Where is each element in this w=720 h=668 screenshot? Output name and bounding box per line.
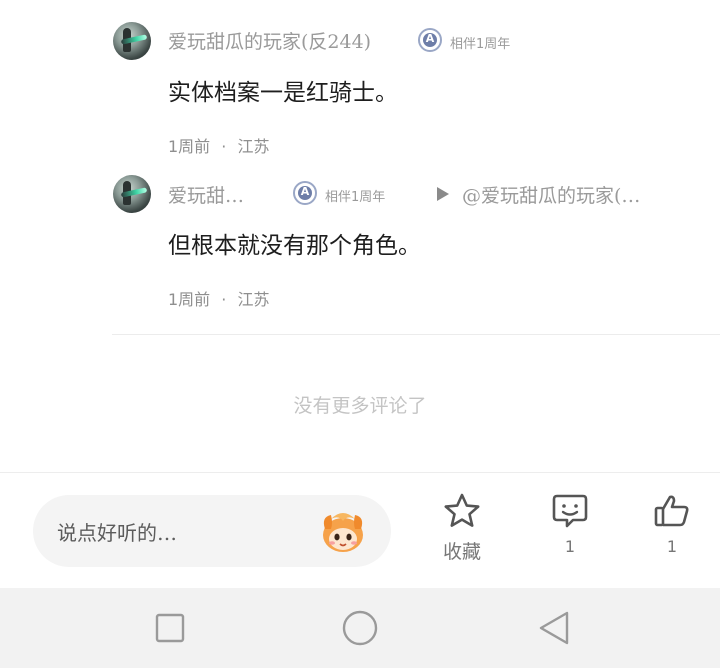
comment-item: 爱玩甜… 相伴1周年 @爱玩甜瓜的玩家(… 但根本就没有那个角色。 1周前 · … <box>0 0 720 320</box>
comment-location: 江苏 <box>237 290 270 309</box>
square-icon[interactable] <box>150 608 190 648</box>
reply-count-button[interactable]: 1 <box>530 493 610 556</box>
favorite-label: 收藏 <box>442 541 481 563</box>
comment-meta: 1周前 · 江苏 <box>168 286 269 310</box>
no-more-comments-text: 没有更多评论了 <box>293 395 427 417</box>
reply-count: 1 <box>564 537 576 556</box>
like-count: 1 <box>666 537 678 556</box>
triangle-back-icon[interactable] <box>535 608 575 648</box>
reply-target-username[interactable]: @爱玩甜瓜的玩家(… <box>462 181 640 208</box>
comment-action-bar: 说点好听的… 收藏 1 1 <box>0 472 720 588</box>
circle-icon[interactable] <box>340 608 380 648</box>
star-icon <box>444 493 480 527</box>
mascot-emoji-icon[interactable] <box>317 505 369 557</box>
meta-separator: · <box>221 290 227 309</box>
divider <box>112 334 720 335</box>
comment-time: 1周前 <box>168 290 211 309</box>
system-navigation-bar <box>0 588 720 668</box>
comment-username[interactable]: 爱玩甜… <box>168 181 244 208</box>
favorite-button[interactable]: 收藏 <box>422 493 502 564</box>
comment-text: 但根本就没有那个角色。 <box>168 233 421 259</box>
comment-input-placeholder: 说点好听的… <box>57 521 177 545</box>
anniversary-badge-icon <box>293 181 317 205</box>
reply-arrow-icon <box>437 187 449 201</box>
thumbs-up-icon <box>654 495 689 527</box>
comment-input[interactable]: 说点好听的… <box>33 495 391 567</box>
anniversary-badge-label: 相伴1周年 <box>325 190 386 205</box>
like-button[interactable]: 1 <box>632 493 712 556</box>
comment-smile-icon <box>552 494 588 528</box>
avatar[interactable] <box>113 175 151 213</box>
